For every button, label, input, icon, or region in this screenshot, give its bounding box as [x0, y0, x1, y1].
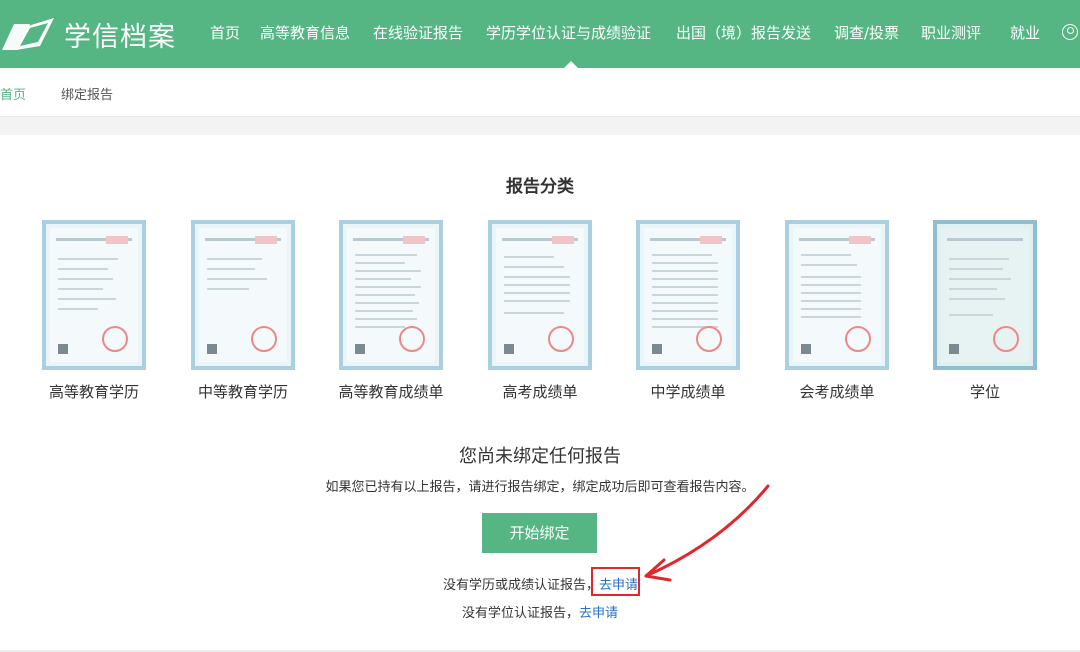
nav-higher-education-info[interactable]: 高等教育信息: [260, 0, 350, 68]
nav-survey[interactable]: 调查/投票: [834, 0, 899, 68]
report-card-huikao-transcript[interactable]: [785, 220, 889, 370]
certificate-thumbnail: [488, 220, 592, 370]
report-categories-title: 报告分类: [506, 177, 574, 197]
report-label[interactable]: 学位: [915, 381, 1055, 402]
active-nav-caret: [564, 61, 578, 68]
certificate-thumbnail: [785, 220, 889, 370]
report-label[interactable]: 高等教育学历: [24, 381, 164, 402]
nav-home[interactable]: 首页: [210, 0, 240, 68]
report-card-gaokao-transcript[interactable]: [488, 220, 592, 370]
section-divider: [0, 117, 1080, 135]
nav-employment[interactable]: 就业: [1010, 0, 1040, 68]
nav-online-verification[interactable]: 在线验证报告: [373, 0, 463, 68]
certificate-thumbnail: [191, 220, 295, 370]
report-card-higher-education[interactable]: [42, 220, 146, 370]
annotation-arrow-icon: [644, 484, 770, 582]
empty-state-description: 如果您已持有以上报告，请进行报告绑定，绑定成功后即可查看报告内容。: [325, 480, 755, 495]
report-label[interactable]: 高等教育成绩单: [321, 381, 461, 402]
apply-academic-degree-row: 没有学位认证报告，去申请: [462, 602, 618, 621]
report-card-degree[interactable]: [933, 220, 1037, 370]
user-icon[interactable]: [1062, 24, 1078, 40]
breadcrumb-current: 绑定报告: [61, 88, 114, 103]
top-navbar: 学信档案 首页 高等教育信息 在线验证报告 学历学位认证与成绩验证 出国（境）报…: [0, 0, 1080, 68]
certificate-thumbnail: [42, 220, 146, 370]
breadcrumb: 首页 绑定报告: [0, 68, 1080, 117]
site-name: 学信档案: [64, 21, 176, 53]
apply-academic-degree-link[interactable]: 去申请: [579, 606, 618, 621]
report-label[interactable]: 高考成绩单: [470, 381, 610, 402]
report-label[interactable]: 中学成绩单: [618, 381, 758, 402]
report-label[interactable]: 中等教育学历: [173, 381, 313, 402]
nav-career-assessment[interactable]: 职业测评: [921, 0, 981, 68]
site-logo[interactable]: 学信档案: [0, 14, 176, 54]
report-card-secondary-education[interactable]: [191, 220, 295, 370]
report-label[interactable]: 会考成绩单: [767, 381, 907, 402]
certificate-thumbnail: [933, 220, 1037, 370]
nav-degree-certification[interactable]: 学历学位认证与成绩验证: [486, 0, 651, 68]
nav-overseas-report[interactable]: 出国（境）报告发送: [676, 0, 811, 68]
report-card-higher-education-transcript[interactable]: [339, 220, 443, 370]
breadcrumb-home[interactable]: 首页: [0, 84, 26, 103]
empty-state-title: 您尚未绑定任何报告: [459, 446, 621, 467]
certificate-thumbnail: [339, 220, 443, 370]
book-logo-icon: [2, 18, 54, 50]
report-card-high-school-transcript[interactable]: [636, 220, 740, 370]
apply-academic-degree-text: 没有学位认证报告，: [462, 606, 580, 621]
certificate-thumbnail: [636, 220, 740, 370]
apply-degree-or-transcript-text: 没有学历或成绩认证报告，: [443, 578, 600, 593]
start-binding-button[interactable]: 开始绑定: [482, 513, 597, 553]
